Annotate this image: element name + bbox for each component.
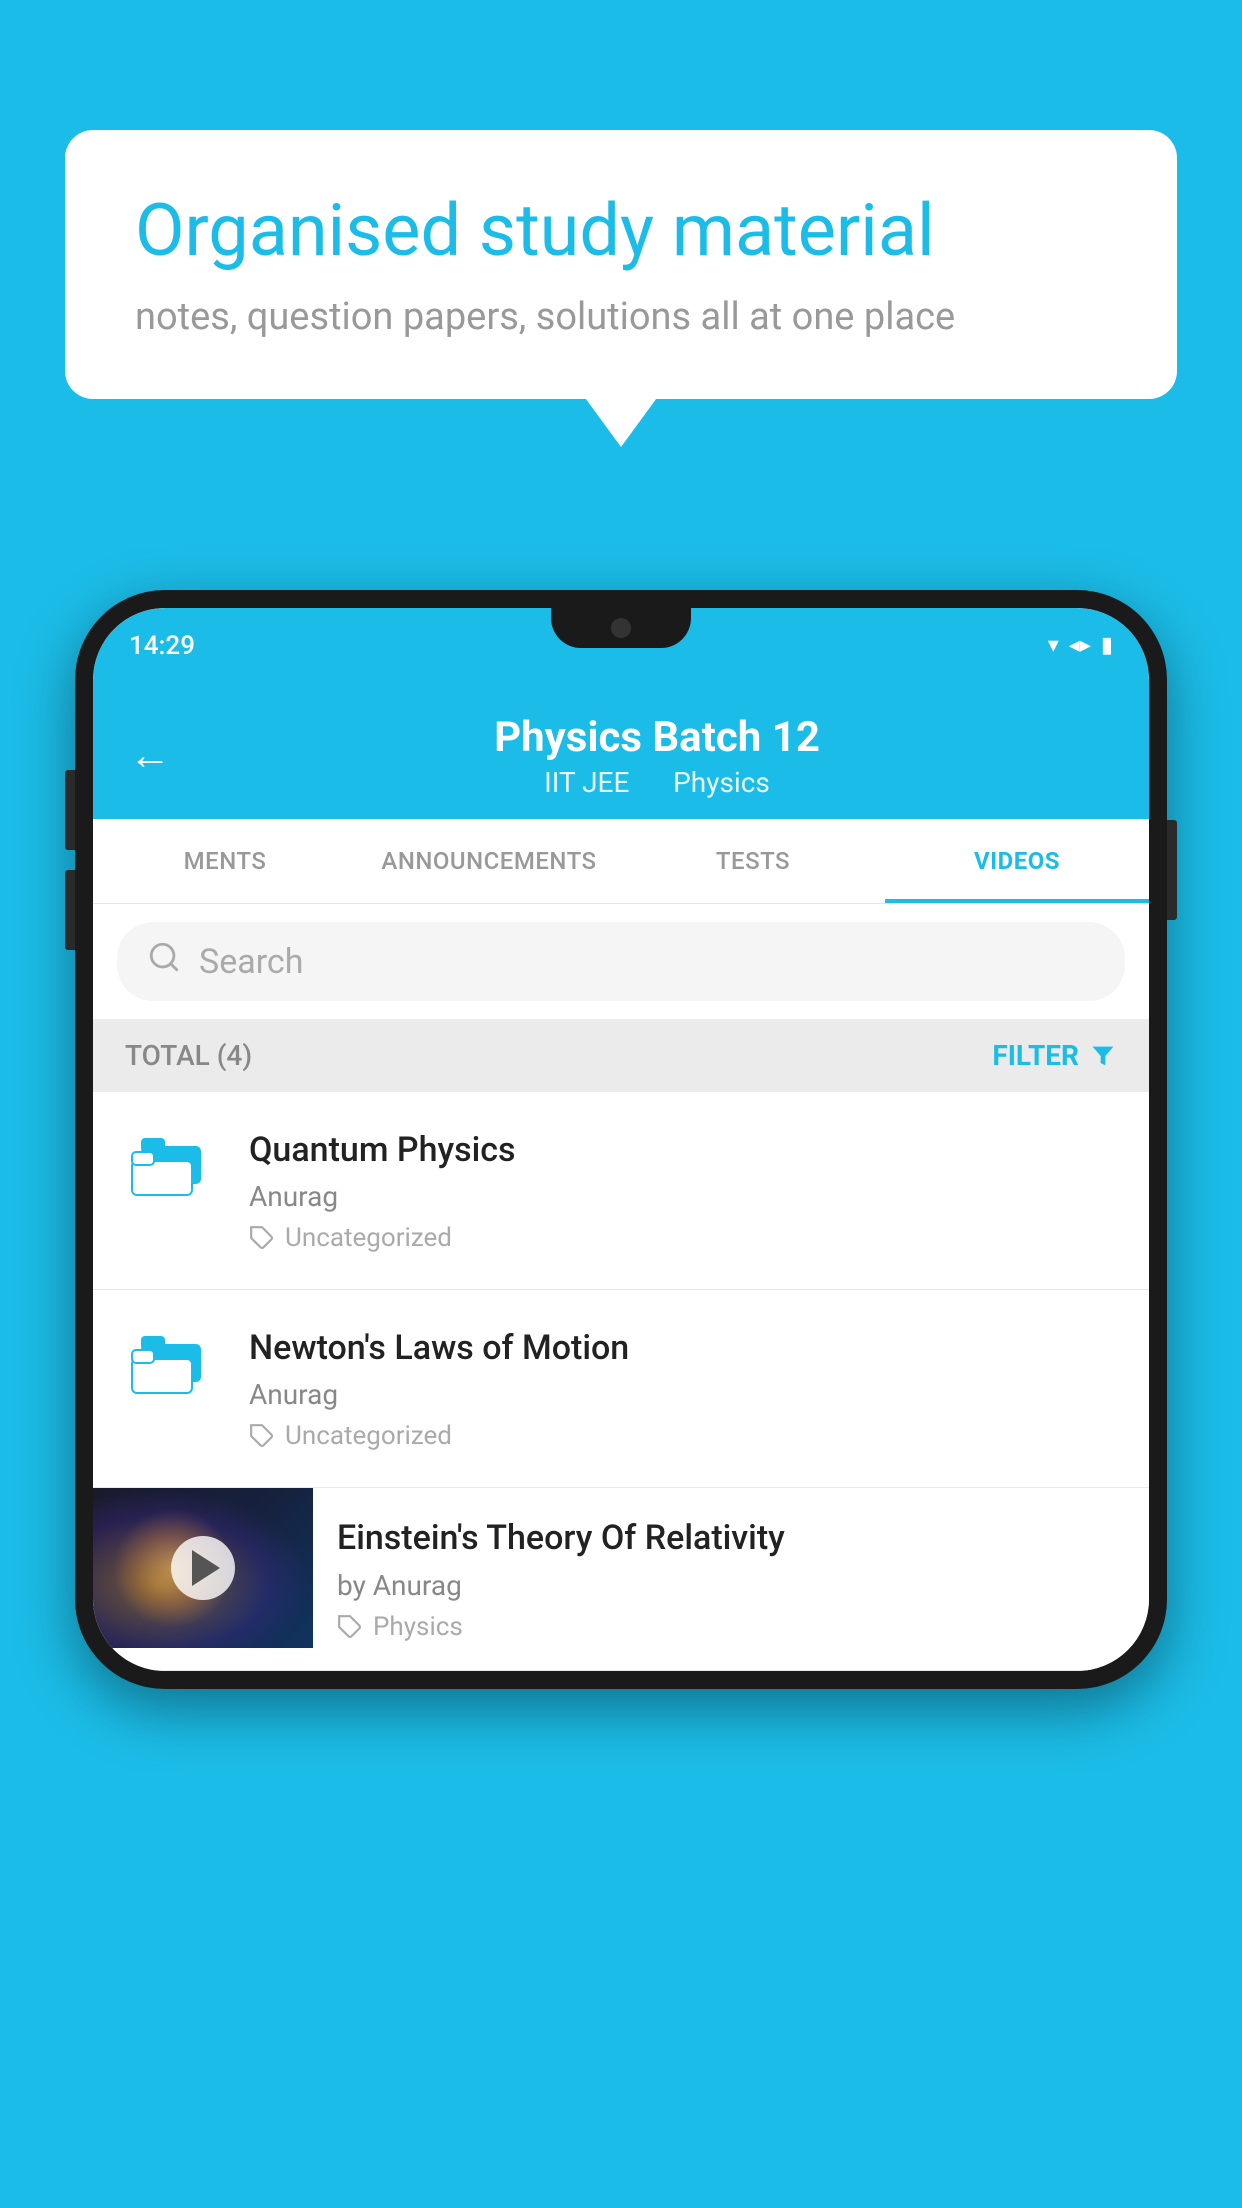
speech-bubble: Organised study material notes, question… xyxy=(65,130,1177,399)
volume-button xyxy=(65,770,75,850)
folder-icon-area-2 xyxy=(121,1326,221,1402)
tabs-bar: MENTS ANNOUNCEMENTS TESTS VIDEOS xyxy=(93,819,1149,904)
volume-button-2 xyxy=(65,870,75,950)
folder-icon-area xyxy=(121,1128,221,1204)
power-button xyxy=(1167,820,1177,920)
folder-icon xyxy=(131,1134,211,1204)
filter-icon xyxy=(1089,1042,1117,1070)
header-subtitle: IIT JEE Physics xyxy=(201,766,1113,799)
tag-icon xyxy=(249,1225,275,1251)
status-bar: 14:29 ▾ ◂▸ ▮ xyxy=(93,608,1149,683)
signal-icon: ◂▸ xyxy=(1069,633,1091,658)
video-author-2: Anurag xyxy=(249,1378,1121,1411)
phone-mockup: 14:29 ▾ ◂▸ ▮ ← Physics Batch 12 xyxy=(75,590,1167,1689)
app-header: ← Physics Batch 12 IIT JEE Physics xyxy=(93,683,1149,819)
search-bar[interactable]: Search xyxy=(117,922,1125,1001)
tag-label-2: Uncategorized xyxy=(285,1421,452,1451)
tag-icon-3 xyxy=(337,1614,363,1640)
play-button[interactable] xyxy=(171,1536,235,1600)
video-thumbnail xyxy=(93,1488,313,1648)
filter-button[interactable]: FILTER xyxy=(992,1039,1117,1072)
video-list: Quantum Physics Anurag Uncategorized xyxy=(93,1092,1149,1671)
list-item-thumb[interactable]: Einstein's Theory Of Relativity by Anura… xyxy=(93,1488,1149,1670)
speech-bubble-section: Organised study material notes, question… xyxy=(65,130,1177,399)
bubble-subtitle: notes, question papers, solutions all at… xyxy=(135,295,1107,339)
video-info-2: Newton's Laws of Motion Anurag Uncategor… xyxy=(249,1326,1121,1451)
tag-label: Uncategorized xyxy=(285,1223,452,1253)
filter-bar: TOTAL (4) FILTER xyxy=(93,1019,1149,1092)
folder-icon-2 xyxy=(131,1332,211,1402)
video-title-2: Newton's Laws of Motion xyxy=(249,1326,1121,1370)
subtitle-iit: IIT JEE xyxy=(544,766,629,799)
tab-ments[interactable]: MENTS xyxy=(93,819,357,903)
back-button[interactable]: ← xyxy=(129,735,171,777)
video-info: Quantum Physics Anurag Uncategorized xyxy=(249,1128,1121,1253)
bubble-title: Organised study material xyxy=(135,190,1107,273)
list-item[interactable]: Quantum Physics Anurag Uncategorized xyxy=(93,1092,1149,1290)
phone-screen: 14:29 ▾ ◂▸ ▮ ← Physics Batch 12 xyxy=(93,608,1149,1671)
phone-body: 14:29 ▾ ◂▸ ▮ ← Physics Batch 12 xyxy=(75,590,1167,1689)
header-title: Physics Batch 12 xyxy=(201,713,1113,762)
search-bar-wrapper: Search xyxy=(93,904,1149,1019)
video-tag: Uncategorized xyxy=(249,1223,1121,1253)
video-tag-3: Physics xyxy=(337,1612,1125,1642)
tag-icon-2 xyxy=(249,1423,275,1449)
video-title-3: Einstein's Theory Of Relativity xyxy=(337,1516,1125,1560)
tab-videos[interactable]: VIDEOS xyxy=(885,819,1149,903)
camera xyxy=(611,618,631,638)
phone-notch xyxy=(551,608,691,648)
video-author-3: by Anurag xyxy=(337,1569,1125,1602)
filter-label: FILTER xyxy=(992,1039,1079,1072)
video-tag-2: Uncategorized xyxy=(249,1421,1121,1451)
status-icons: ▾ ◂▸ ▮ xyxy=(1048,633,1113,658)
status-time: 14:29 xyxy=(129,631,195,661)
battery-icon: ▮ xyxy=(1101,633,1113,658)
video-info-3: Einstein's Theory Of Relativity by Anura… xyxy=(313,1488,1149,1669)
wifi-icon: ▾ xyxy=(1048,633,1059,658)
list-item[interactable]: Newton's Laws of Motion Anurag Uncategor… xyxy=(93,1290,1149,1488)
search-input-placeholder[interactable]: Search xyxy=(199,942,303,982)
video-title: Quantum Physics xyxy=(249,1128,1121,1172)
total-count: TOTAL (4) xyxy=(125,1039,252,1072)
tab-tests[interactable]: TESTS xyxy=(621,819,885,903)
subtitle-physics: Physics xyxy=(673,766,770,799)
tag-label-3: Physics xyxy=(373,1612,463,1642)
video-author: Anurag xyxy=(249,1180,1121,1213)
search-icon xyxy=(147,940,181,983)
play-triangle xyxy=(192,1550,220,1586)
tab-announcements[interactable]: ANNOUNCEMENTS xyxy=(357,819,621,903)
header-title-area: Physics Batch 12 IIT JEE Physics xyxy=(201,713,1113,799)
